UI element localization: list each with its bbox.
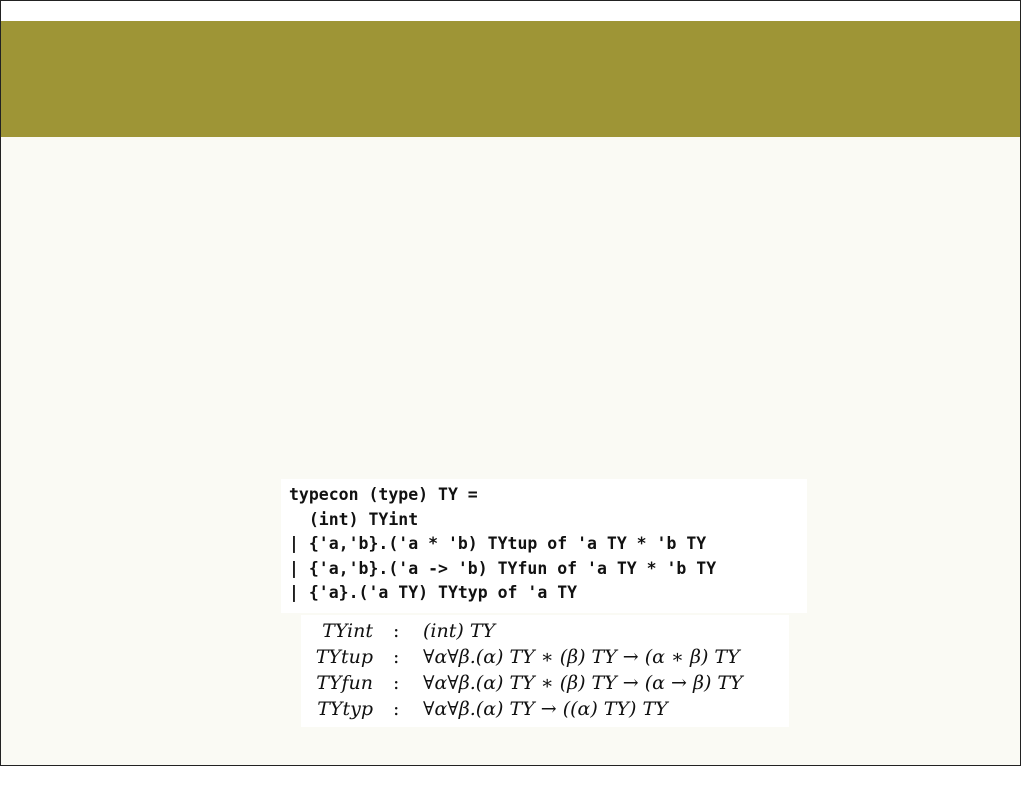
type-row: TYint : (int) TY	[301, 620, 789, 646]
header-band	[1, 21, 1020, 137]
code-line: | {'a}.('a TY) TYtyp of 'a TY	[289, 583, 578, 602]
code-listing: typecon (type) TY = (int) TYint | {'a,'b…	[281, 479, 807, 613]
type-row: TYfun : ∀α∀β.(α) TY ∗ (β) TY → (α → β) T…	[301, 672, 789, 698]
type-row: TYtyp : ∀α∀β.(α) TY → ((α) TY) TY	[301, 698, 789, 724]
slide: typecon (type) TY = (int) TYint | {'a,'b…	[0, 0, 1021, 766]
code-line: | {'a,'b}.('a -> 'b) TYfun of 'a TY * 'b…	[289, 558, 717, 578]
type-signature: ∀α∀β.(α) TY ∗ (β) TY → (α ∗ β) TY	[423, 646, 740, 668]
constructor-name: TYint	[322, 620, 373, 642]
type-signature: (int) TY	[423, 620, 496, 642]
type-row: TYtup : ∀α∀β.(α) TY ∗ (β) TY → (α ∗ β) T…	[301, 646, 789, 672]
type-colon: :	[393, 620, 400, 642]
code-line: (int) TYint	[289, 509, 419, 529]
constructor-name: TYtyp	[317, 698, 373, 720]
type-signatures: TYint : (int) TY TYtup : ∀α∀β.(α) TY ∗ (…	[301, 615, 789, 727]
type-colon: :	[393, 672, 400, 694]
type-signature: ∀α∀β.(α) TY → ((α) TY) TY	[423, 698, 668, 720]
constructor-name: TYfun	[316, 672, 373, 694]
code-line: typecon (type) TY =	[289, 485, 478, 504]
code-line: | {'a,'b}.('a * 'b) TYtup of 'a TY * 'b …	[289, 534, 707, 553]
type-signature: ∀α∀β.(α) TY ∗ (β) TY → (α → β) TY	[423, 672, 743, 694]
type-colon: :	[393, 646, 400, 668]
top-strip	[1, 1, 1020, 21]
type-colon: :	[393, 698, 400, 720]
constructor-name: TYtup	[315, 646, 373, 668]
